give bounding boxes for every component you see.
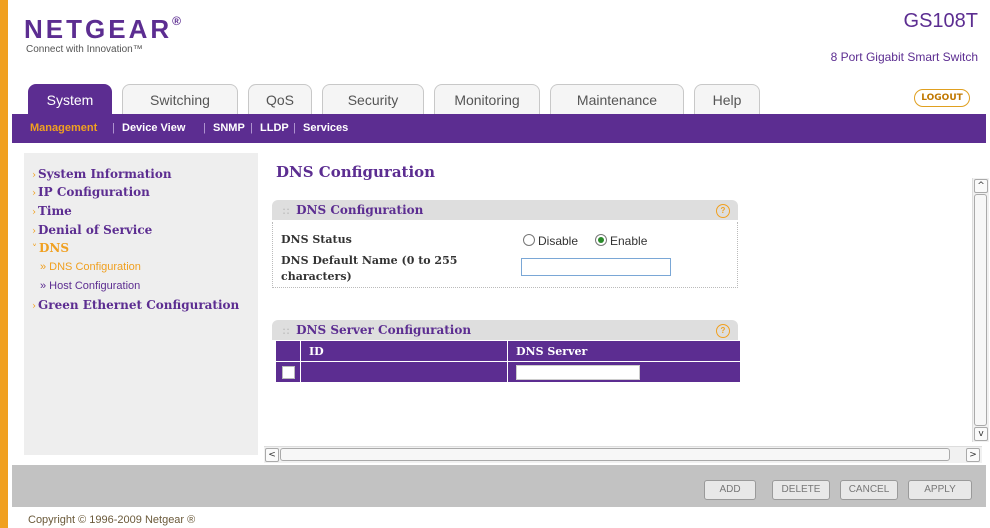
subnav-management[interactable]: Management bbox=[30, 114, 97, 143]
copyright-text: Copyright © 1996-2009 Netgear ® bbox=[28, 514, 196, 526]
chevron-right-icon: › bbox=[32, 226, 36, 237]
radio-on-icon bbox=[595, 234, 607, 246]
add-button[interactable]: ADD bbox=[704, 480, 756, 500]
sidebar: › System Information › IP Configuration › T… bbox=[24, 153, 258, 455]
subnav-device-view[interactable]: Device View bbox=[122, 114, 185, 143]
dns-default-name-label: DNS Default Name (0 to 255 characters) bbox=[281, 254, 458, 283]
vertical-scrollbar[interactable]: ^ v bbox=[972, 178, 989, 442]
content-area: › System Information › IP Configuration › T… bbox=[12, 143, 986, 465]
tab-system[interactable]: System bbox=[28, 84, 112, 114]
chevron-right-icon: › bbox=[32, 170, 36, 181]
sidebar-item-ip-configuration[interactable]: › IP Configuration bbox=[32, 185, 150, 199]
sidebar-item-denial-of-service[interactable]: › Denial of Service bbox=[32, 223, 152, 237]
sidebar-item-dns-configuration[interactable]: » DNS Configuration bbox=[40, 261, 141, 273]
subnav-snmp[interactable]: SNMP bbox=[213, 114, 245, 143]
table-row bbox=[275, 361, 741, 383]
table-header-row: ID DNS Server bbox=[275, 340, 741, 362]
sidebar-item-system-information[interactable]: › System Information bbox=[32, 167, 172, 181]
vertical-scroll-thumb[interactable] bbox=[974, 194, 987, 426]
column-header-select bbox=[275, 340, 301, 362]
id-cell bbox=[300, 361, 508, 383]
sub-navigation: Management | Device View | SNMP | LLDP |… bbox=[12, 114, 986, 143]
cancel-button[interactable]: CANCEL bbox=[840, 480, 898, 500]
horizontal-scrollbar[interactable]: < > bbox=[264, 446, 982, 463]
row-select-cell bbox=[275, 361, 301, 383]
model-name: GS108T bbox=[903, 10, 978, 32]
tab-qos[interactable]: QoS bbox=[248, 84, 312, 114]
subnav-separator: | bbox=[203, 122, 206, 134]
tab-maintenance[interactable]: Maintenance bbox=[550, 84, 684, 114]
subnav-services[interactable]: Services bbox=[303, 114, 348, 143]
dns-server-cell bbox=[507, 361, 741, 383]
apply-button[interactable]: APPLY bbox=[908, 480, 972, 500]
dns-configuration-panel: DNS Status Disable Enable DNS Default Na… bbox=[272, 222, 738, 288]
column-header-id: ID bbox=[300, 340, 508, 362]
radio-off-icon bbox=[523, 234, 535, 246]
sidebar-item-time[interactable]: › Time bbox=[32, 204, 72, 218]
netgear-logo: NETGEAR® bbox=[24, 14, 181, 44]
scroll-left-icon[interactable]: < bbox=[265, 448, 279, 462]
page-title: DNS Configuration bbox=[276, 163, 436, 181]
grip-icon: :: bbox=[282, 323, 291, 337]
dns-status-label: DNS Status bbox=[281, 233, 352, 246]
help-icon[interactable]: ? bbox=[716, 204, 730, 218]
help-icon[interactable]: ? bbox=[716, 324, 730, 338]
chevron-down-icon: ˅ bbox=[32, 244, 37, 255]
sidebar-item-dns[interactable]: ˅ DNS bbox=[32, 241, 69, 255]
scroll-down-icon[interactable]: v bbox=[974, 427, 988, 441]
dns-configuration-panel-header: :: DNS Configuration ? bbox=[272, 200, 738, 220]
delete-button[interactable]: DELETE bbox=[772, 480, 830, 500]
chevron-right-icon: › bbox=[32, 301, 36, 312]
tab-security[interactable]: Security bbox=[322, 84, 424, 114]
dns-server-table: ID DNS Server bbox=[275, 340, 741, 383]
row-select-checkbox[interactable] bbox=[282, 365, 295, 379]
sidebar-item-host-configuration[interactable]: » Host Configuration bbox=[40, 280, 140, 292]
tab-monitoring[interactable]: Monitoring bbox=[434, 84, 540, 114]
dns-server-panel-header: :: DNS Server Configuration ? bbox=[272, 320, 738, 340]
action-bar: ADD DELETE CANCEL APPLY bbox=[12, 465, 986, 507]
chevron-right-icon: › bbox=[32, 207, 36, 218]
panel-title: DNS Configuration bbox=[296, 203, 424, 217]
grip-icon: :: bbox=[282, 203, 291, 217]
panel-title: DNS Server Configuration bbox=[296, 323, 472, 337]
tab-switching[interactable]: Switching bbox=[122, 84, 238, 114]
dns-server-input[interactable] bbox=[516, 364, 640, 380]
subnav-separator: | bbox=[112, 122, 115, 134]
sidebar-item-green-ethernet[interactable]: › Green Ethernet Configuration bbox=[32, 298, 239, 312]
scroll-right-icon[interactable]: > bbox=[966, 448, 980, 462]
dns-status-disable-radio[interactable]: Disable bbox=[523, 234, 578, 248]
chevron-right-icon: › bbox=[32, 188, 36, 199]
tab-help[interactable]: Help bbox=[694, 84, 760, 114]
horizontal-scroll-thumb[interactable] bbox=[280, 448, 950, 461]
dns-default-name-input[interactable] bbox=[521, 258, 671, 276]
subnav-lldp[interactable]: LLDP bbox=[260, 114, 289, 143]
column-header-dns-server: DNS Server bbox=[507, 340, 741, 362]
model-description: 8 Port Gigabit Smart Switch bbox=[830, 50, 978, 64]
scroll-up-icon[interactable]: ^ bbox=[974, 179, 988, 193]
dns-status-enable-radio[interactable]: Enable bbox=[595, 234, 647, 248]
subnav-separator: | bbox=[250, 122, 253, 134]
subnav-separator: | bbox=[293, 122, 296, 134]
logout-button[interactable]: LOGOUT bbox=[914, 89, 970, 107]
app-window: NETGEAR® Connect with Innovation™ GS108T… bbox=[8, 0, 990, 528]
tagline: Connect with Innovation™ bbox=[26, 44, 143, 55]
